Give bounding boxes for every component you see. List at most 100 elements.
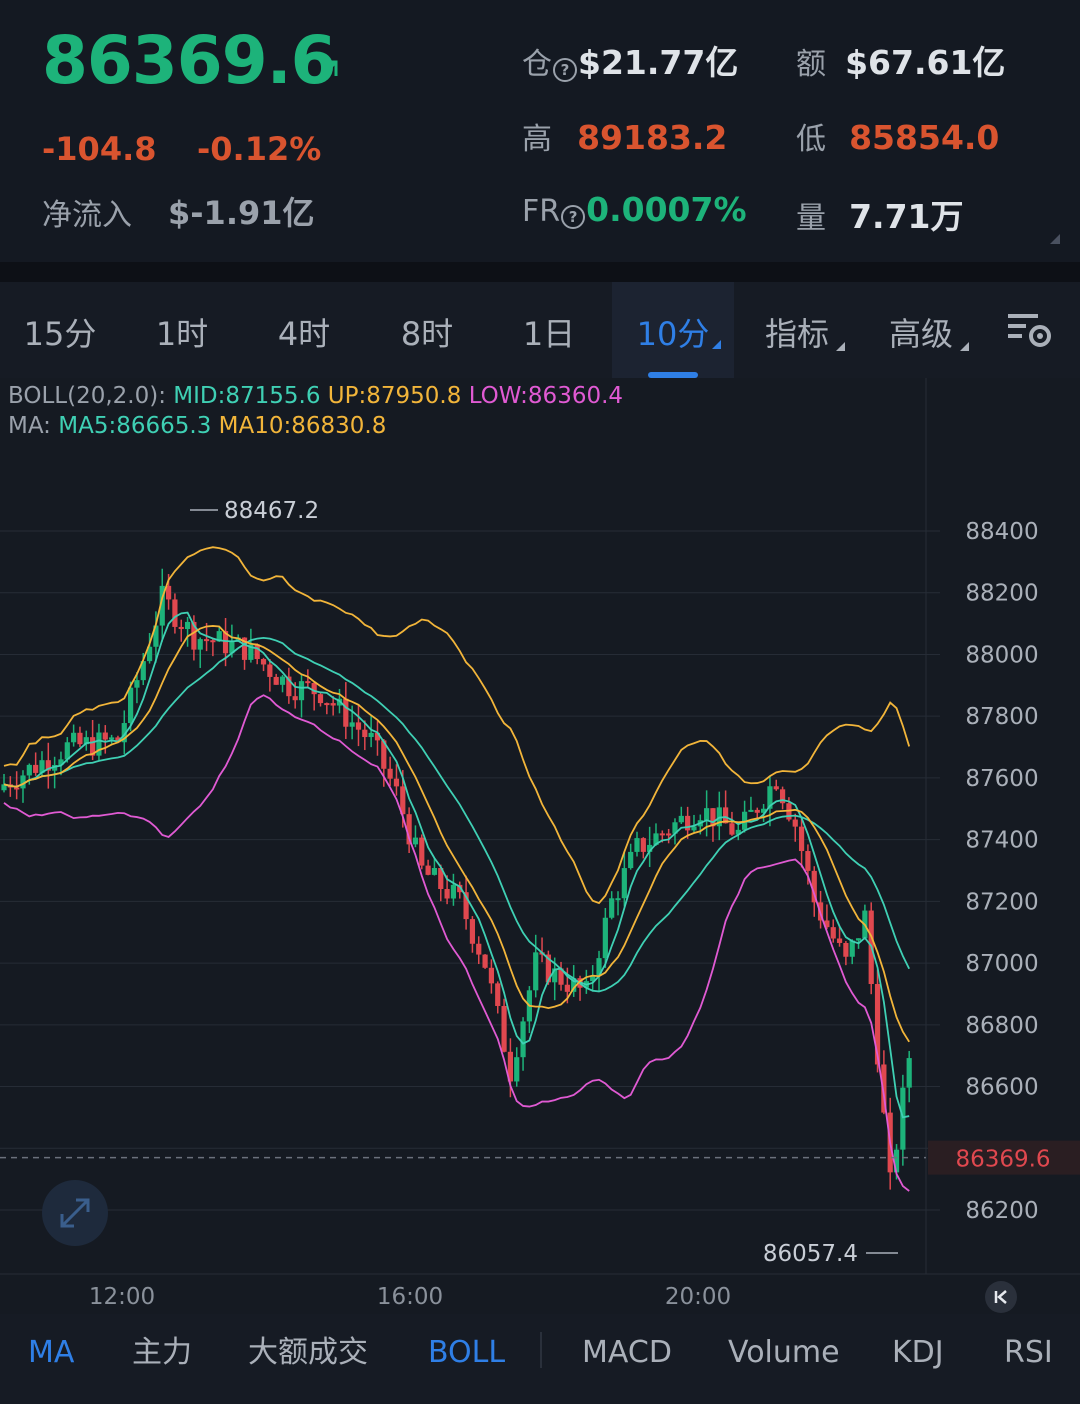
candle-body xyxy=(514,1057,520,1082)
candle-body xyxy=(26,764,32,776)
amount-value: $67.61亿 xyxy=(845,43,1006,82)
candle-body xyxy=(849,940,855,957)
tab-1h[interactable]: 1时 xyxy=(122,282,242,378)
x-tick-label: 12:00 xyxy=(89,1284,155,1310)
candle-body xyxy=(900,1087,906,1150)
y-tick-label: 87400 xyxy=(965,828,1038,854)
expand-chart-button[interactable] xyxy=(42,1180,108,1246)
dropdown-corner-icon xyxy=(960,342,969,351)
amount: 额 $67.61亿 xyxy=(796,36,1005,84)
nav-ma[interactable]: MA xyxy=(28,1314,74,1394)
arrow-up-right-icon xyxy=(314,60,338,84)
candle-body xyxy=(330,703,336,706)
chart-settings-icon[interactable] xyxy=(1004,312,1054,352)
candle-body xyxy=(412,837,419,845)
boll-up: UP:87950.8 xyxy=(327,383,462,409)
tab-advanced[interactable]: 高级 xyxy=(860,282,982,378)
candle-body xyxy=(203,639,210,642)
candle-body xyxy=(311,682,317,695)
candle-body xyxy=(387,768,393,779)
candle-body xyxy=(602,917,608,959)
interval-tabs: 15分 1时 4时 8时 1日 10分 指标 高级 xyxy=(0,282,1080,378)
candle-body xyxy=(634,838,640,852)
nav-macd[interactable]: MACD xyxy=(582,1314,672,1394)
max-price-label: 88467.2 xyxy=(224,498,319,524)
nav-rsi[interactable]: RSI xyxy=(1004,1314,1053,1394)
dropdown-corner-icon xyxy=(836,342,845,351)
candle-body xyxy=(666,833,672,836)
candle-body xyxy=(184,621,191,630)
candle-body xyxy=(469,919,476,944)
candle-body xyxy=(298,681,305,701)
tab-10m[interactable]: 10分 xyxy=(612,282,734,378)
boll-mid-line xyxy=(3,636,910,993)
candle-body xyxy=(102,732,108,740)
candle-body xyxy=(109,737,115,740)
tab-1d[interactable]: 1日 xyxy=(488,282,610,378)
min-price-label: 86057.4 xyxy=(763,1241,858,1267)
candle-body xyxy=(501,1005,507,1052)
help-icon[interactable]: ? xyxy=(553,57,577,82)
tab-15m[interactable]: 15分 xyxy=(0,282,120,378)
nav-main-force[interactable]: 主力 xyxy=(132,1314,192,1394)
high: 高 89183.2 xyxy=(522,114,727,158)
candle-body xyxy=(362,729,368,738)
ma10-value: MA10:86830.8 xyxy=(218,413,387,439)
boll-prefix: BOLL(20,2.0): xyxy=(8,383,166,409)
low-label: 低 xyxy=(796,122,826,157)
candle-body xyxy=(279,676,286,685)
last-price-label: 86369.6 xyxy=(955,1147,1050,1173)
candle-body xyxy=(324,703,330,706)
y-tick-label: 87200 xyxy=(965,889,1038,915)
last-price: 86369.6 xyxy=(42,22,337,99)
candle-body xyxy=(14,787,20,790)
candle-body xyxy=(444,889,450,899)
candle-body xyxy=(906,1058,912,1088)
candle-body xyxy=(729,823,735,835)
candle-body xyxy=(773,786,779,790)
open-interest-value: $21.77亿 xyxy=(578,43,739,82)
candle-body xyxy=(292,696,298,701)
candle-body xyxy=(128,687,134,724)
candle-body xyxy=(431,868,438,875)
candle-body xyxy=(77,732,83,745)
divider xyxy=(0,262,1080,282)
candle-body xyxy=(495,983,501,1006)
candle-body xyxy=(533,952,539,991)
y-tick-label: 88200 xyxy=(965,581,1038,607)
y-tick-label: 88000 xyxy=(965,642,1038,668)
candle-body xyxy=(425,865,431,875)
boll-lower-line xyxy=(3,694,910,1192)
ma10-line xyxy=(3,625,910,1043)
candle-body xyxy=(640,838,646,852)
tab-indicators[interactable]: 指标 xyxy=(736,282,858,378)
low-value: 85854.0 xyxy=(849,118,1000,157)
candle-body xyxy=(71,732,77,743)
help-icon[interactable]: ? xyxy=(561,204,586,229)
nav-large-trades[interactable]: 大额成交 xyxy=(248,1314,368,1394)
candle-body xyxy=(628,851,634,869)
funding-rate-value: 0.0007% xyxy=(586,190,747,229)
candle-body xyxy=(165,585,172,600)
tab-4h[interactable]: 4时 xyxy=(244,282,364,378)
boll-mid: MID:87155.6 xyxy=(173,383,321,409)
candlestick-chart[interactable]: 88400 88200 88000 87800 87600 87400 87200 87000… xyxy=(0,378,1080,1314)
candle-body xyxy=(659,833,665,836)
ma5-value: MA5:86665.3 xyxy=(58,413,212,439)
scroll-to-latest-button[interactable] xyxy=(985,1281,1017,1313)
candle-body xyxy=(520,1021,526,1058)
candle-body xyxy=(843,942,849,957)
candle-body xyxy=(267,664,273,677)
nav-kdj[interactable]: KDJ xyxy=(892,1314,944,1394)
candle-body xyxy=(836,938,843,943)
candle-body xyxy=(476,943,482,955)
nav-volume[interactable]: Volume xyxy=(728,1314,840,1394)
y-tick-label: 87800 xyxy=(965,704,1038,730)
nav-boll[interactable]: BOLL xyxy=(428,1314,505,1394)
candle-body xyxy=(792,819,798,827)
candle-body xyxy=(564,984,570,992)
tab-8h[interactable]: 8时 xyxy=(366,282,488,378)
candle-body xyxy=(197,639,203,650)
volume-value: 7.71万 xyxy=(849,197,964,236)
ma-indicator-line: MA: MA5:86665.3 MA10:86830.8 xyxy=(8,413,386,439)
